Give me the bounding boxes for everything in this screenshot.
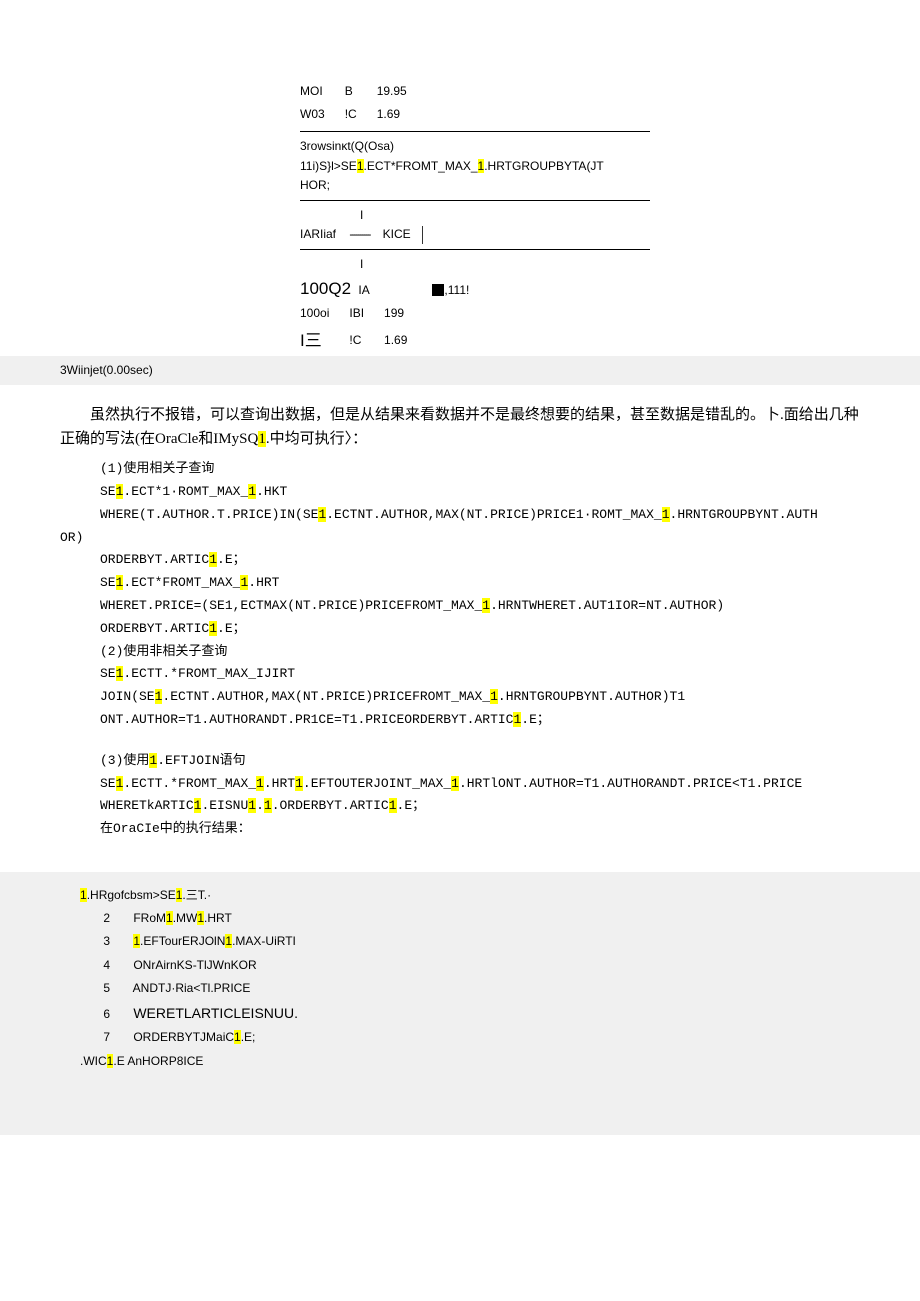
output-line: 2 FRoM1.MW1.HRT xyxy=(80,909,840,928)
sql-line: HOR; xyxy=(300,176,920,195)
timing-info: 3Wiinjet(0.00sec) xyxy=(0,356,920,385)
cell: 1.69 xyxy=(377,103,427,126)
oracle-output: 1.HRgofcbsm>SE1.三T.· 2 FRoM1.MW1.HRT 3 1… xyxy=(0,872,920,1135)
sql-statement: ORDERBYT.ARTIC1.E； xyxy=(60,619,860,640)
cell: !C xyxy=(349,325,384,356)
cell: 199 xyxy=(384,302,427,325)
sql-statement: SE1.ECTT.*FROMT_MAX_IJIRT xyxy=(60,664,860,685)
table-row: MOI B 19.95 xyxy=(300,80,427,103)
sql-statement: OR) xyxy=(60,528,860,549)
row-100q2: 100Q2 IA ,111! xyxy=(300,275,920,302)
rows-info: 3rowsinκt(Q(Osa) xyxy=(300,137,920,156)
table-row: W03 !C 1.69 xyxy=(300,103,427,126)
sql-statement: SE1.ECT*FROMT_MAX_1.HRT xyxy=(60,573,860,594)
cell: IBI xyxy=(349,302,384,325)
sql-statement: WHERET.PRICE=(SE1,ECTMAX(NT.PRICE)PRICEF… xyxy=(60,596,860,617)
cell: MOI xyxy=(300,80,345,103)
header-row: IARIiaf ---------- KICE xyxy=(300,225,920,244)
output-line: .WIC1.E AnHORP8ICE xyxy=(80,1052,840,1071)
explanation-text: 虽然执行不报错，可以查询出数据，但是从结果来看数据并不是最终想要的结果，甚至数据… xyxy=(60,403,860,451)
sql-line: 11i)S}l>SE1.ECT*FROMT_MAX_1.HRTGROUPBYTA… xyxy=(300,157,920,176)
table-row: 100oi IBI 199 xyxy=(300,302,427,325)
cell: 19.95 xyxy=(377,80,427,103)
section-title: (2)使用非相关子查询 xyxy=(60,642,860,663)
cell: 100oi xyxy=(300,302,349,325)
cell: !C xyxy=(345,103,377,126)
output-line: 1.HRgofcbsm>SE1.三T.· xyxy=(80,886,840,905)
section-title: (1)使用相关子查询 xyxy=(60,459,860,480)
sql-statement: SE1.ECT*1·ROMT_MAX_1.HKT xyxy=(60,482,860,503)
section-title: (3)使用1.EFTJOIN语句 xyxy=(60,751,860,772)
black-square-icon xyxy=(432,284,444,296)
output-line: 5 ANDTJ·Ria<Tl.PRICE xyxy=(80,979,840,998)
cell: B xyxy=(345,80,377,103)
sql-statement: ORDERBYT.ARTIC1.E； xyxy=(60,550,860,571)
cell: W03 xyxy=(300,103,345,126)
sql-statement: JOIN(SE1.ECTNT.AUTHOR,MAX(NT.PRICE)PRICE… xyxy=(60,687,860,708)
output-line: 3 1.EFTourERJOlN1.MAX-UiRTI xyxy=(80,932,840,951)
sql-statement: ONT.AUTHOR=T1.AUTHORANDT.PR1CE=T1.PRICEO… xyxy=(60,710,860,731)
cell: 1.69 xyxy=(384,325,427,356)
output-line: 6 WERETLARTICLEISNUU. xyxy=(80,1002,840,1024)
sql-statement: SE1.ECTT.*FROMT_MAX_1.HRT1.EFTOUTERJOINT… xyxy=(60,774,860,795)
sql-statement: WHERETkARTIC1.EISNU1.1.ORDERBYT.ARTIC1.E… xyxy=(60,796,860,817)
output-line: 4 ONrAirnKS-TlJWnKOR xyxy=(80,956,840,975)
table-row: I三 !C 1.69 xyxy=(300,325,427,356)
cell: I三 xyxy=(300,325,349,356)
result-label: 在OraCIe中的执行结果： xyxy=(60,819,860,840)
top-data-block: MOI B 19.95 W03 !C 1.69 3rowsinκt(Q(Osa)… xyxy=(0,0,920,356)
output-line: 7 ORDERBYTJMaiC1.E; xyxy=(80,1028,840,1047)
sql-statement: WHERE(T.AUTHOR.T.PRICE)IN(SE1.ECTNT.AUTH… xyxy=(60,505,860,526)
